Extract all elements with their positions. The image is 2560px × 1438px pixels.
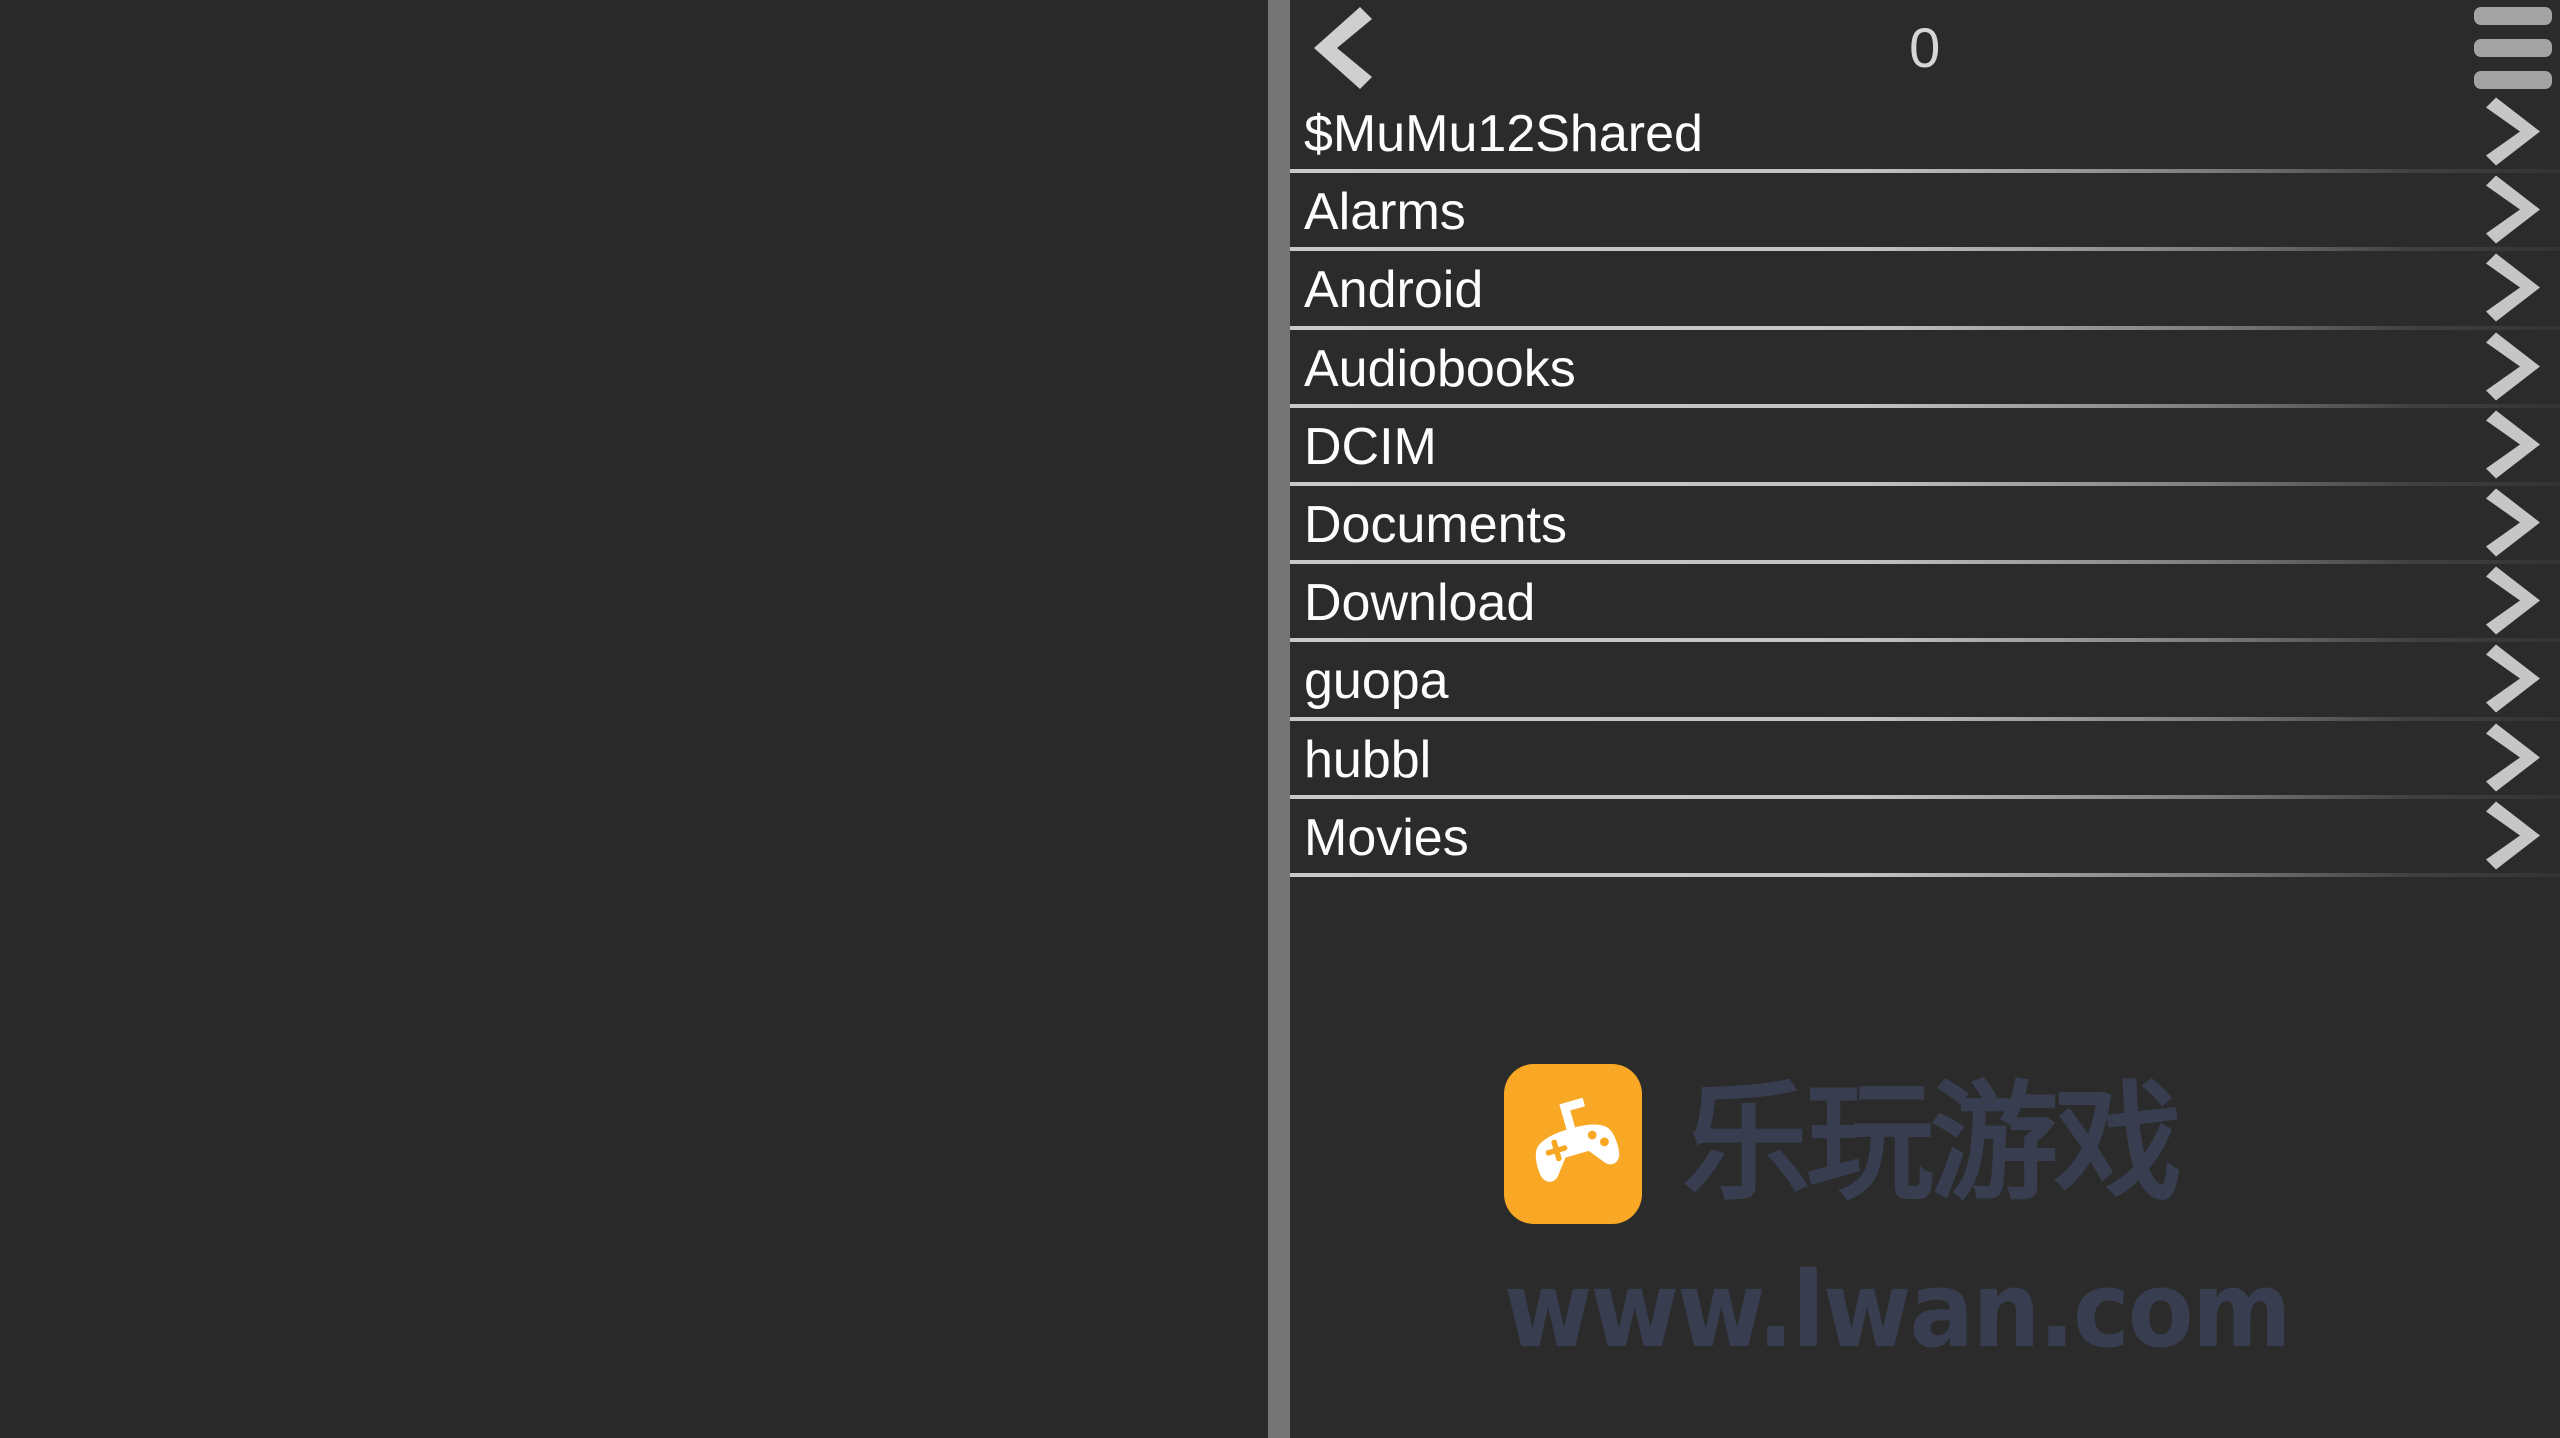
list-item-label: Documents — [1304, 496, 1567, 555]
chevron-right-icon — [2486, 721, 2542, 798]
file-browser-pane: 0 $MuMu12Shared Alarms Android Audiobook… — [1290, 0, 2560, 1438]
list-item-label: hubbl — [1304, 730, 1432, 789]
hamburger-menu-icon — [2474, 6, 2552, 25]
hamburger-bar-3 — [2474, 70, 2552, 89]
chevron-right-icon — [2486, 487, 2542, 564]
chevron-right-icon — [2486, 252, 2542, 329]
hamburger-bar-2 — [2474, 38, 2552, 57]
list-item[interactable]: Movies — [1290, 799, 2560, 878]
chevron-right-icon — [2486, 408, 2542, 485]
list-item[interactable]: Documents — [1290, 486, 2560, 565]
pane-divider — [1268, 0, 1290, 1438]
list-item-label: Download — [1304, 574, 1536, 633]
chevron-right-icon — [2486, 330, 2542, 407]
empty-pane — [0, 0, 1268, 1438]
chevron-right-icon — [2486, 96, 2542, 173]
list-item-label: $MuMu12Shared — [1304, 105, 1703, 164]
chevron-right-icon — [2486, 799, 2542, 876]
list-item[interactable]: DCIM — [1290, 408, 2560, 487]
chevron-right-icon — [2486, 643, 2542, 720]
chevron-right-icon — [2486, 174, 2542, 251]
list-item-label: DCIM — [1304, 417, 1437, 476]
action-bar: 0 — [1290, 0, 2560, 95]
list-item-label: Movies — [1304, 808, 1469, 867]
list-item[interactable]: hubbl — [1290, 721, 2560, 799]
list-item[interactable]: Android — [1290, 251, 2560, 330]
list-item-label: guopa — [1304, 652, 1449, 711]
hamburger-menu-button[interactable] — [2464, 4, 2560, 92]
list-item-label: Audiobooks — [1304, 339, 1576, 398]
list-item[interactable]: Audiobooks — [1290, 330, 2560, 408]
list-item[interactable]: Download — [1290, 564, 2560, 643]
list-item[interactable]: Alarms — [1290, 173, 2560, 252]
file-list[interactable]: $MuMu12Shared Alarms Android Audiobooks — [1290, 95, 2560, 1438]
list-item[interactable]: guopa — [1290, 642, 2560, 721]
list-item-label: Android — [1304, 261, 1484, 320]
list-item-label: Alarms — [1304, 183, 1466, 242]
app-window: 0 $MuMu12Shared Alarms Android Audiobook… — [0, 0, 2560, 1438]
chevron-right-icon — [2486, 565, 2542, 642]
list-item[interactable]: $MuMu12Shared — [1290, 95, 2560, 174]
page-title: 0 — [1909, 15, 1941, 79]
